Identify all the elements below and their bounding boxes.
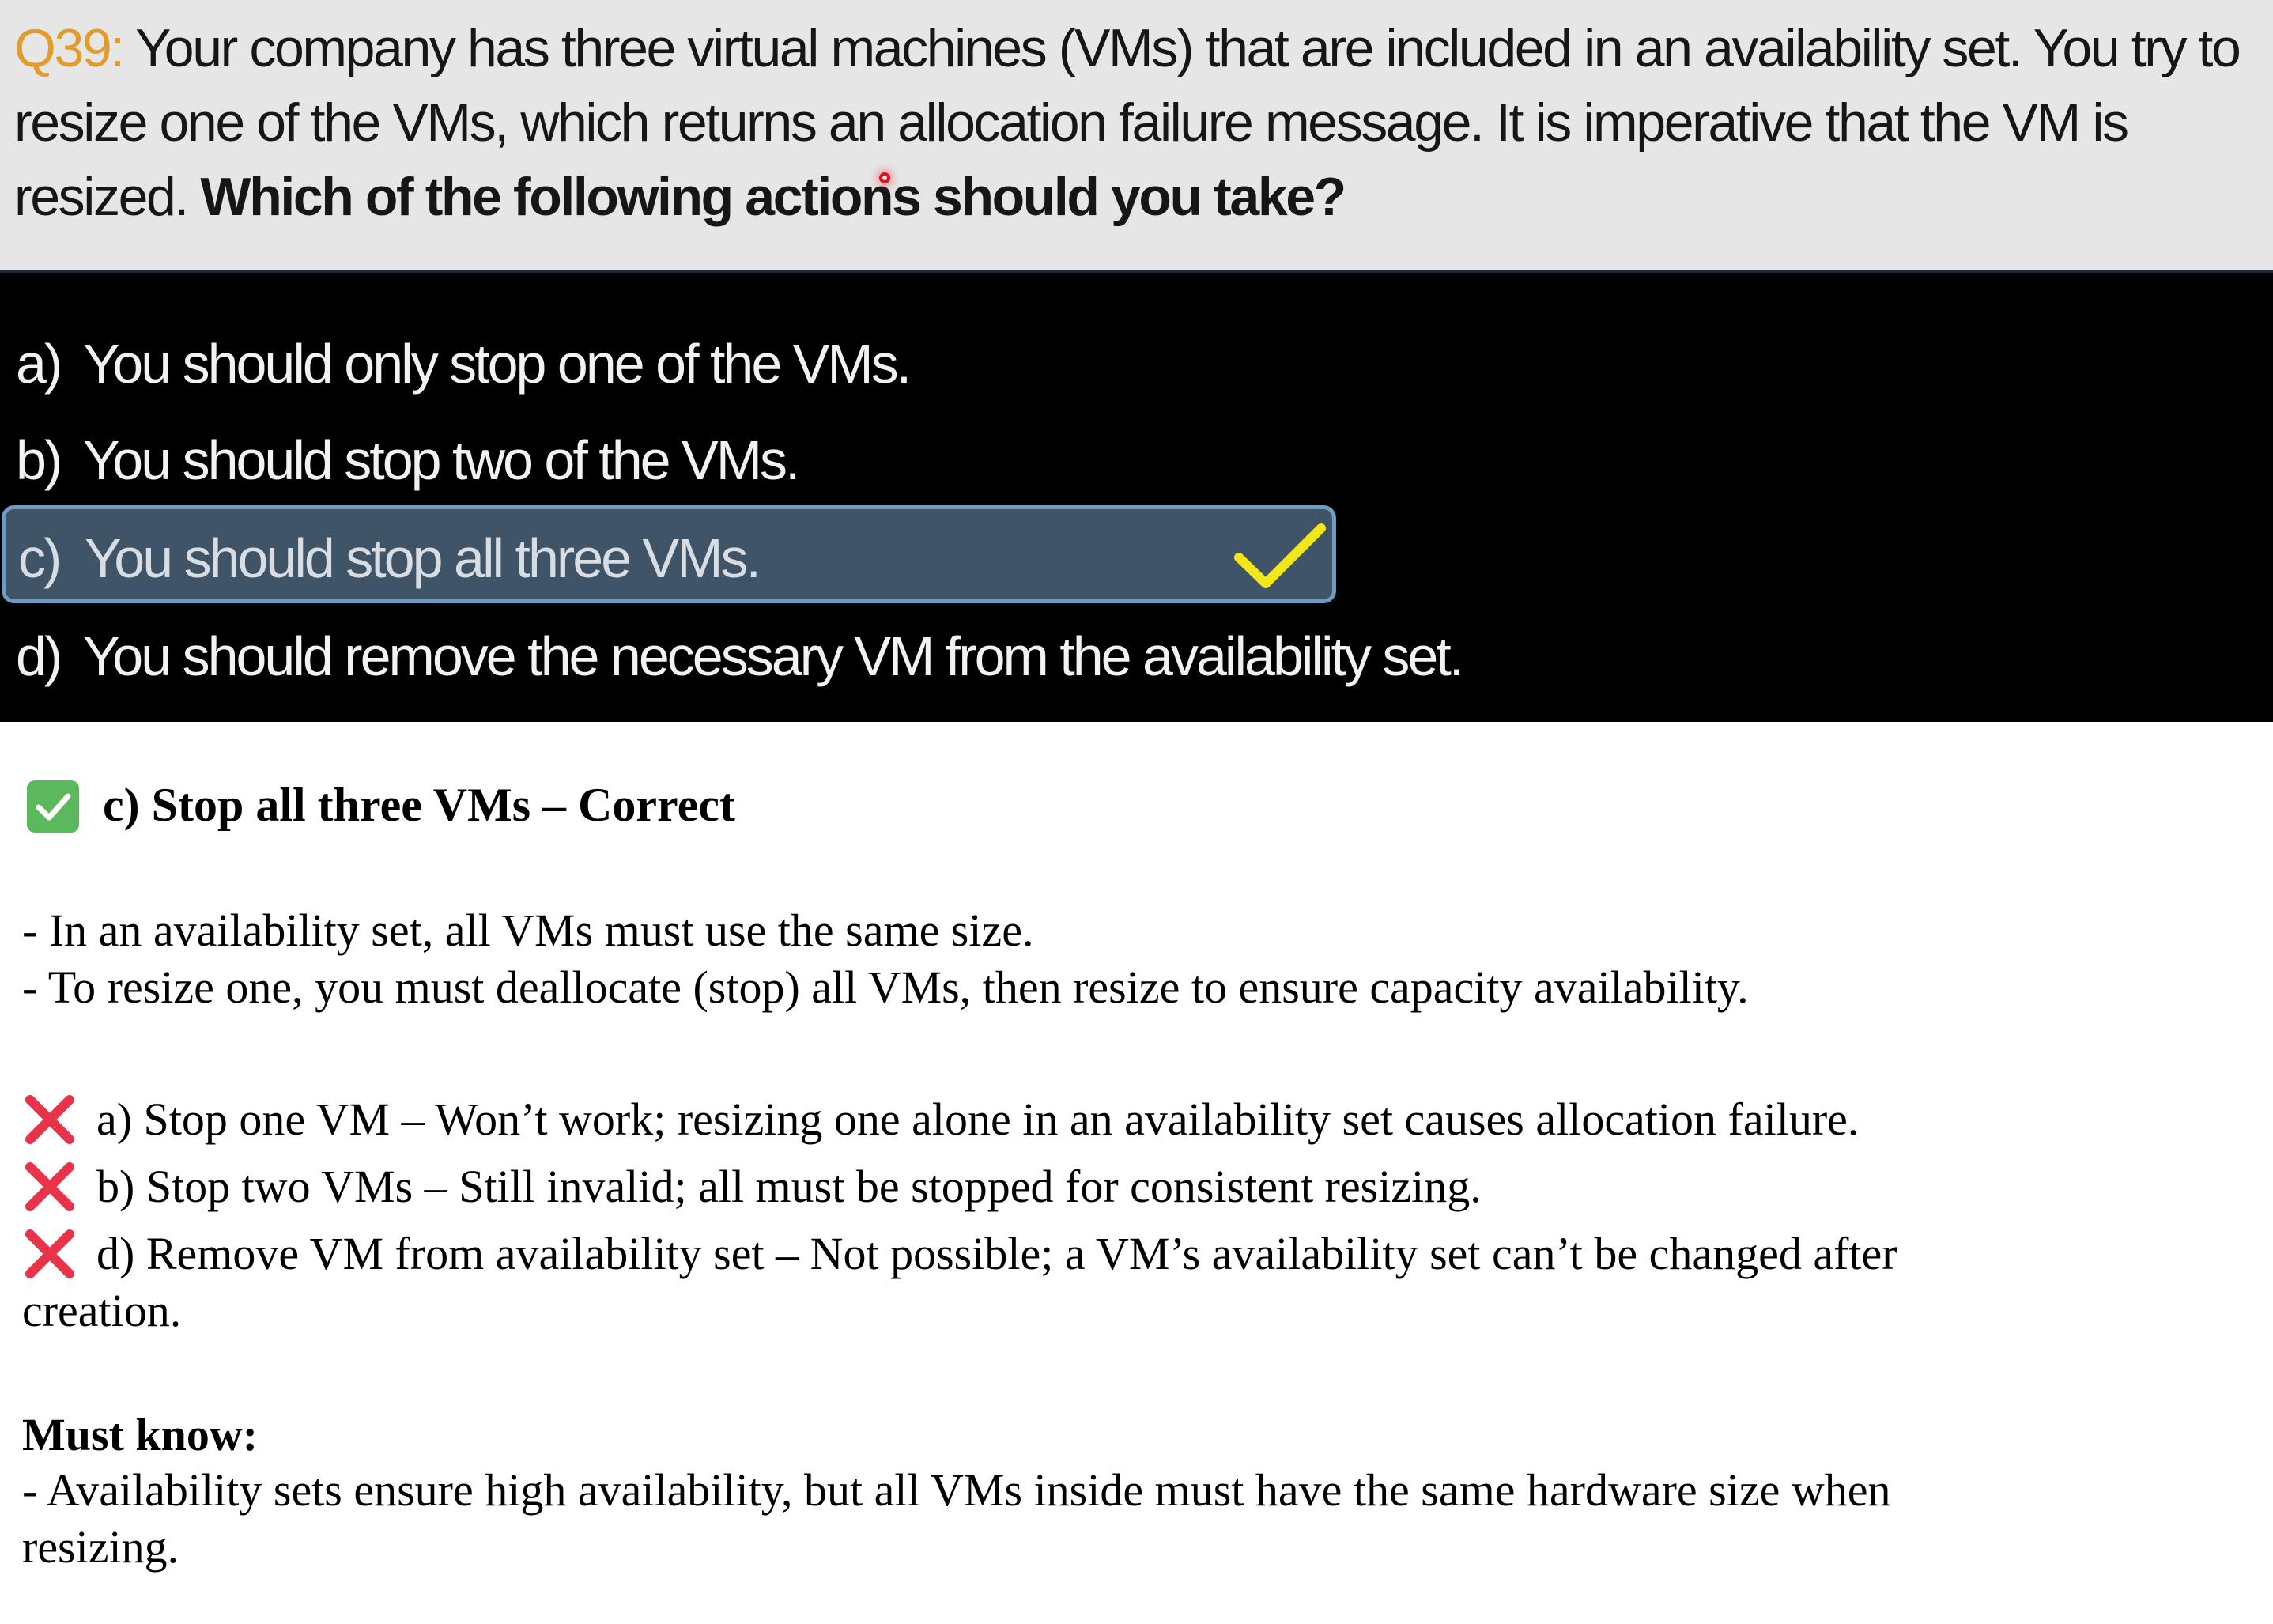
correct-answer-heading: c) Stop all three VMs – Correct bbox=[27, 777, 735, 833]
question-banner: Q39: Your company has three virtual mach… bbox=[0, 0, 2273, 273]
option-letter: b) bbox=[16, 429, 62, 491]
cross-mark-icon bbox=[22, 1226, 77, 1282]
wrong-answer-text: d) Remove VM from availability set – Not… bbox=[96, 1228, 1897, 1279]
explanation-point: - In an availability set, all VMs must u… bbox=[22, 905, 1034, 956]
option-text: You should stop all three VMs. bbox=[85, 527, 761, 589]
option-text: You should remove the necessary VM from … bbox=[83, 625, 1464, 687]
wrong-answer-b: b) Stop two VMs – Still invalid; all mus… bbox=[22, 1158, 1482, 1219]
option-b[interactable]: b) You should stop two of the VMs. bbox=[0, 417, 1344, 504]
option-letter: d) bbox=[16, 625, 62, 687]
question-prompt: Which of the following actions should yo… bbox=[200, 167, 1346, 227]
must-know-line: - Availability sets ensure high availabi… bbox=[22, 1464, 1891, 1516]
cross-mark-icon bbox=[22, 1092, 77, 1147]
must-know-title: Must know: bbox=[22, 1409, 259, 1460]
cross-mark-icon bbox=[22, 1159, 77, 1214]
question-number: Q39: bbox=[14, 18, 125, 78]
option-text: You should only stop one of the VMs. bbox=[83, 333, 912, 395]
option-letter: c) bbox=[18, 527, 62, 589]
check-mark-button-icon bbox=[27, 780, 79, 833]
wrong-answer-text: b) Stop two VMs – Still invalid; all mus… bbox=[96, 1161, 1482, 1212]
explanation-point: - To resize one, you must deallocate (st… bbox=[22, 961, 1749, 1013]
option-text: You should stop two of the VMs. bbox=[83, 429, 800, 491]
check-icon bbox=[1234, 523, 1326, 588]
option-d[interactable]: d) You should remove the necessary VM fr… bbox=[0, 613, 1464, 700]
wrong-answer-continuation: creation. bbox=[22, 1285, 182, 1336]
option-letter: a) bbox=[16, 333, 62, 395]
cursor-indicator-icon bbox=[879, 172, 890, 183]
option-c-selected[interactable]: c) You should stop all three VMs. bbox=[2, 505, 1336, 603]
must-know-line: resizing. bbox=[22, 1521, 179, 1573]
wrong-answer-d: d) Remove VM from availability set – Not… bbox=[22, 1226, 1897, 1286]
wrong-answer-text: a) Stop one VM – Won’t work; resizing on… bbox=[96, 1093, 1860, 1145]
options-panel: a) You should only stop one of the VMs. … bbox=[0, 273, 2273, 722]
wrong-answer-a: a) Stop one VM – Won’t work; resizing on… bbox=[22, 1091, 1859, 1152]
heading-text: c) Stop all three VMs – Correct bbox=[103, 779, 735, 831]
option-a[interactable]: a) You should only stop one of the VMs. bbox=[0, 320, 1344, 407]
